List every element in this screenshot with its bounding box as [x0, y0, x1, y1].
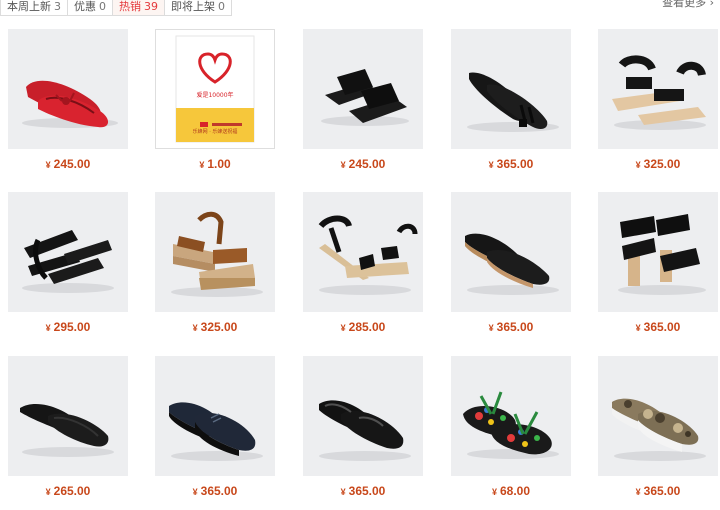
- price-value: 265.00: [53, 484, 91, 498]
- product-image[interactable]: [8, 356, 128, 476]
- price-value: 365.00: [200, 484, 238, 498]
- product-price: ¥265.00: [8, 484, 128, 498]
- product-card[interactable]: ¥245.00: [303, 29, 425, 179]
- black-heeled-sandal-icon: [618, 214, 706, 295]
- product-card[interactable]: ¥365.00: [451, 192, 573, 342]
- product-price: ¥365.00: [303, 484, 423, 498]
- camo-slip-on-sneaker-icon: [612, 398, 706, 461]
- product-price: ¥325.00: [598, 157, 718, 171]
- price-value: 365.00: [496, 320, 534, 334]
- product-price: ¥285.00: [303, 320, 423, 334]
- product-card[interactable]: ¥365.00: [598, 192, 720, 342]
- product-price: ¥325.00: [155, 320, 275, 334]
- product-image[interactable]: [598, 192, 718, 312]
- currency-symbol: ¥: [199, 160, 205, 170]
- product-card[interactable]: ¥365.00: [155, 356, 277, 506]
- product-image[interactable]: [155, 192, 275, 312]
- product-price: ¥365.00: [451, 320, 571, 334]
- product-card[interactable]: 爱是10000年 乐蜂网 · 乐蜂送祝福 ¥1.00: [155, 29, 277, 179]
- product-price: ¥245.00: [8, 157, 128, 171]
- currency-symbol: ¥: [45, 160, 51, 170]
- black-tassel-loafer-icon: [467, 72, 559, 132]
- price-value: 325.00: [200, 320, 238, 334]
- price-value: 245.00: [53, 157, 91, 171]
- floral-flip-flop-icon: [463, 391, 559, 459]
- product-price: ¥68.00: [451, 484, 571, 498]
- product-grid: ¥245.00 爱是10000年 乐蜂网 · 乐蜂送祝福 ¥1.00 ¥ 245…: [0, 0, 720, 510]
- price-value: 325.00: [643, 157, 681, 171]
- product-card[interactable]: ¥295.00: [8, 192, 130, 342]
- product-card[interactable]: ¥365.00: [451, 29, 573, 179]
- product-card[interactable]: ¥325.00: [598, 29, 720, 179]
- gift-card-text: 爱是10000年: [196, 92, 234, 99]
- product-image[interactable]: [303, 192, 423, 312]
- product-image[interactable]: 爱是10000年 乐蜂网 · 乐蜂送祝福: [155, 29, 275, 149]
- product-price: ¥1.00: [155, 157, 275, 171]
- price-value: 1.00: [207, 157, 231, 171]
- product-card[interactable]: ¥68.00: [451, 356, 573, 506]
- product-image[interactable]: [155, 356, 275, 476]
- currency-symbol: ¥: [635, 160, 641, 170]
- product-image[interactable]: [451, 192, 571, 312]
- product-image[interactable]: [8, 192, 128, 312]
- currency-symbol: ¥: [491, 487, 497, 497]
- product-price: ¥365.00: [451, 157, 571, 171]
- black-slipper-loafer-icon: [20, 403, 114, 457]
- currency-symbol: ¥: [635, 323, 641, 333]
- product-image[interactable]: [598, 29, 718, 149]
- currency-symbol: ¥: [488, 323, 494, 333]
- product-price: ¥365.00: [598, 484, 718, 498]
- currency-symbol: ¥: [340, 487, 346, 497]
- price-value: 365.00: [643, 484, 681, 498]
- product-image[interactable]: [451, 29, 571, 149]
- product-price: ¥295.00: [8, 320, 128, 334]
- price-value: 365.00: [643, 320, 681, 334]
- currency-symbol: ¥: [45, 323, 51, 333]
- black-patent-derby-icon: [319, 400, 411, 461]
- black-slide-sandal-icon: [321, 69, 409, 126]
- product-image[interactable]: [303, 356, 423, 476]
- product-card[interactable]: ¥365.00: [303, 356, 425, 506]
- black-strap-sandal-icon: [612, 55, 706, 130]
- price-value: 295.00: [53, 320, 91, 334]
- black-wrap-sandal-icon: [22, 230, 114, 293]
- currency-symbol: ¥: [192, 323, 198, 333]
- currency-symbol: ¥: [488, 160, 494, 170]
- red-ballet-flat-icon: [22, 80, 118, 128]
- currency-symbol: ¥: [635, 487, 641, 497]
- product-price: ¥245.00: [303, 157, 423, 171]
- currency-symbol: ¥: [45, 487, 51, 497]
- product-image[interactable]: [303, 29, 423, 149]
- gift-card-brand: 乐蜂网 · 乐蜂送祝福: [192, 129, 238, 135]
- product-image[interactable]: [8, 29, 128, 149]
- price-value: 365.00: [496, 157, 534, 171]
- currency-symbol: ¥: [340, 160, 346, 170]
- navy-patent-derby-icon: [169, 402, 263, 461]
- price-value: 365.00: [348, 484, 386, 498]
- black-platform-loafer-icon: [465, 233, 559, 295]
- product-price: ¥365.00: [598, 320, 718, 334]
- product-card[interactable]: ¥265.00: [8, 356, 130, 506]
- product-card[interactable]: ¥325.00: [155, 192, 277, 342]
- currency-symbol: ¥: [192, 487, 198, 497]
- product-card[interactable]: ¥365.00: [598, 356, 720, 506]
- price-value: 285.00: [348, 320, 386, 334]
- currency-symbol: ¥: [340, 323, 346, 333]
- black-ankle-strap-sandal-icon: [318, 215, 418, 295]
- product-card[interactable]: ¥285.00: [303, 192, 425, 342]
- price-value: 245.00: [348, 157, 386, 171]
- product-price: ¥365.00: [155, 484, 275, 498]
- price-value: 68.00: [499, 484, 531, 498]
- product-image[interactable]: [451, 356, 571, 476]
- product-card[interactable]: ¥245.00: [8, 29, 130, 179]
- product-image[interactable]: [598, 356, 718, 476]
- tan-platform-sandal-icon: [171, 211, 263, 297]
